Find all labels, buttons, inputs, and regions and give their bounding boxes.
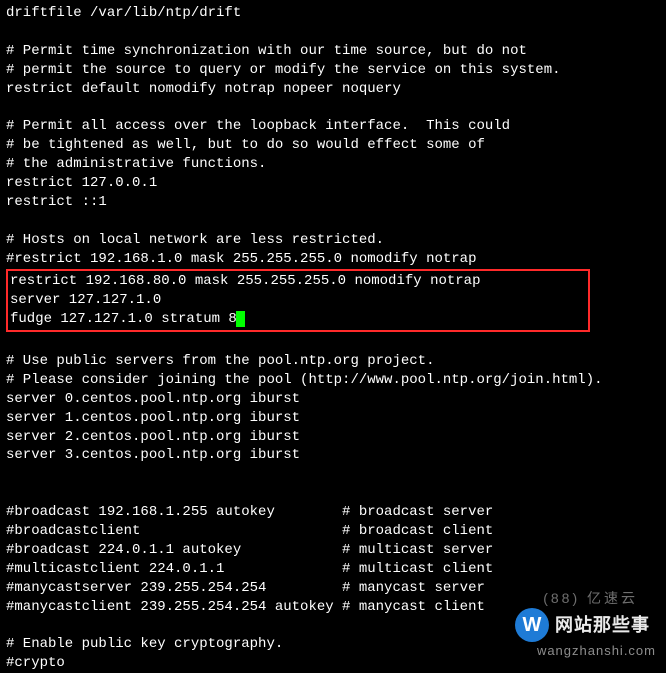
- config-line: #broadcastclient # broadcast client: [6, 522, 660, 541]
- config-line: # permit the source to query or modify t…: [6, 61, 660, 80]
- config-line: driftfile /var/lib/ntp/drift: [6, 4, 660, 23]
- highlighted-config-block: restrict 192.168.80.0 mask 255.255.255.0…: [6, 269, 590, 332]
- config-line: # be tightened as well, but to do so wou…: [6, 136, 660, 155]
- config-line: # Permit time synchronization with our t…: [6, 42, 660, 61]
- config-text: fudge 127.127.1.0 stratum 8: [10, 311, 237, 327]
- config-line: [6, 98, 660, 117]
- config-line: [6, 617, 660, 636]
- config-line: server 2.centos.pool.ntp.org iburst: [6, 428, 660, 447]
- config-line: #crypto: [6, 654, 660, 673]
- config-line: restrict default nomodify notrap nopeer …: [6, 80, 660, 99]
- terminal-cursor: [236, 311, 245, 327]
- config-line: restrict 192.168.80.0 mask 255.255.255.0…: [10, 272, 586, 291]
- config-line: #broadcast 192.168.1.255 autokey # broad…: [6, 503, 660, 522]
- config-line: # Permit all access over the loopback in…: [6, 117, 660, 136]
- config-line: #multicastclient 224.0.1.1 # multicast c…: [6, 560, 660, 579]
- config-line: restrict ::1: [6, 193, 660, 212]
- config-line: [6, 484, 660, 503]
- config-line: fudge 127.127.1.0 stratum 8: [10, 310, 586, 329]
- terminal-output: driftfile /var/lib/ntp/drift # Permit ti…: [6, 4, 660, 673]
- config-line: server 127.127.1.0: [10, 291, 586, 310]
- config-line: restrict 127.0.0.1: [6, 174, 660, 193]
- config-line: #restrict 192.168.1.0 mask 255.255.255.0…: [6, 250, 660, 269]
- config-line: # the administrative functions.: [6, 155, 660, 174]
- config-line: server 1.centos.pool.ntp.org iburst: [6, 409, 660, 428]
- config-line: [6, 23, 660, 42]
- config-line: #manycastserver 239.255.254.254 # manyca…: [6, 579, 660, 598]
- config-line: # Enable public key cryptography.: [6, 635, 660, 654]
- config-line: # Hosts on local network are less restri…: [6, 231, 660, 250]
- config-line: [6, 212, 660, 231]
- config-line: # Use public servers from the pool.ntp.o…: [6, 352, 660, 371]
- config-line: #manycastclient 239.255.254.254 autokey …: [6, 598, 660, 617]
- config-line: [6, 333, 660, 352]
- config-line: server 0.centos.pool.ntp.org iburst: [6, 390, 660, 409]
- config-line: #broadcast 224.0.1.1 autokey # multicast…: [6, 541, 660, 560]
- config-line: # Please consider joining the pool (http…: [6, 371, 660, 390]
- config-line: server 3.centos.pool.ntp.org iburst: [6, 446, 660, 465]
- config-line: [6, 465, 660, 484]
